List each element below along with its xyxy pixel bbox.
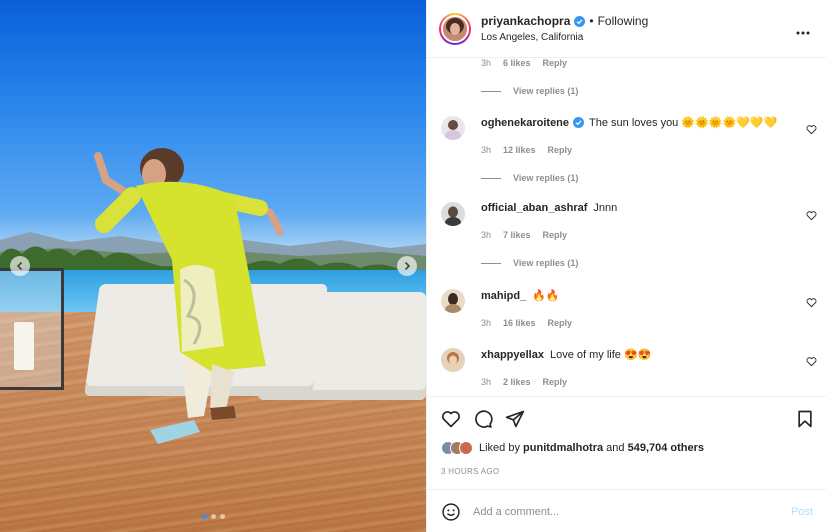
comment-like-heart-icon[interactable] — [806, 210, 817, 221]
comment-likes[interactable]: 7 likes — [503, 230, 531, 240]
comment-item: xhappyellax Love of my life 😍😍 3h 2 like… — [441, 348, 817, 394]
more-horizontal-icon — [796, 31, 810, 35]
chevron-left-icon — [16, 261, 23, 271]
smiley-icon[interactable] — [441, 502, 461, 522]
reply-button[interactable]: Reply — [548, 318, 573, 328]
commenter-avatar[interactable] — [441, 116, 465, 140]
comment-time: 3h — [481, 58, 492, 68]
carousel-dot[interactable] — [219, 514, 225, 519]
author-avatar[interactable] — [439, 12, 471, 45]
post-timestamp[interactable]: 3 HOURS AGO — [441, 467, 499, 476]
comment-text: 🔥🔥 — [532, 290, 560, 302]
liked-by-user[interactable]: punitdmalhotra — [523, 442, 603, 454]
post-location[interactable]: Los Angeles, California — [481, 32, 648, 43]
post-header: priyankachopra • Following Los Angeles, … — [427, 0, 826, 58]
comment-item: mahipd_ 🔥🔥 3h 16 likes Reply — [441, 289, 817, 335]
view-replies-button[interactable]: View replies (1) — [481, 86, 578, 96]
comment-time: 3h — [481, 230, 492, 240]
comment-text: Love of my life 😍😍 — [549, 349, 652, 361]
comment-composer: Post — [427, 489, 826, 532]
commenter-avatar[interactable] — [441, 348, 465, 372]
reply-button[interactable]: Reply — [548, 145, 573, 155]
comment-text: The sun loves you 🌞🌞🌞🌞💛💛💛 — [589, 117, 778, 129]
view-replies-button[interactable]: View replies (1) — [481, 173, 777, 183]
bookmark-icon[interactable] — [795, 409, 815, 429]
more-options-button[interactable] — [796, 22, 810, 38]
comment-meta: 3h 2 likes Reply — [481, 377, 651, 387]
post-photo — [0, 0, 426, 532]
heart-icon[interactable] — [441, 409, 461, 429]
verified-badge-icon — [574, 15, 586, 27]
comment-likes[interactable]: 16 likes — [503, 318, 536, 328]
comment-like-heart-icon[interactable] — [806, 297, 817, 308]
chevron-right-icon — [404, 261, 411, 271]
liked-by-summary: Liked by punitdmalhotra and 549,704 othe… — [441, 441, 704, 455]
commenter-username[interactable]: official_aban_ashraf — [481, 202, 587, 214]
reply-button[interactable]: Reply — [543, 58, 568, 68]
post-side-panel: priyankachopra • Following Los Angeles, … — [426, 0, 826, 532]
carousel-next-button[interactable] — [397, 256, 417, 276]
post-comment-button[interactable]: Post — [791, 506, 813, 518]
comment-item: oghenekaroitene The sun loves you 🌞🌞🌞🌞💛💛… — [441, 116, 817, 186]
person-figure — [94, 148, 284, 444]
liker-avatars — [441, 441, 473, 455]
liked-by-others[interactable]: 549,704 others — [628, 442, 704, 454]
comment-like-heart-icon[interactable] — [806, 124, 817, 135]
view-replies-button[interactable]: View replies (1) — [481, 258, 617, 268]
author-username[interactable]: priyankachopra — [481, 14, 570, 28]
comment-icon[interactable] — [473, 409, 493, 429]
liked-by-prefix: Liked by — [479, 442, 520, 454]
comment-time: 3h — [481, 318, 492, 328]
comment-time: 3h — [481, 145, 492, 155]
comment-meta: 3h 7 likes Reply — [481, 230, 617, 240]
comment-meta: 3h 6 likes Reply — [481, 58, 578, 68]
following-button[interactable]: Following — [598, 14, 649, 28]
commenter-avatar[interactable] — [441, 202, 465, 226]
carousel-dot[interactable] — [201, 514, 207, 519]
commenter-username[interactable]: oghenekaroitene — [481, 117, 569, 129]
carousel-dot[interactable] — [210, 514, 216, 519]
commenter-username[interactable]: xhappyellax — [481, 349, 544, 361]
comment-meta: 3h 12 likes Reply — [481, 145, 777, 155]
comment-meta: 3h 16 likes Reply — [481, 318, 572, 328]
verified-badge-icon — [573, 117, 585, 128]
comment-likes[interactable]: 12 likes — [503, 145, 536, 155]
carousel-dots — [0, 514, 426, 519]
comments-list[interactable]: 3h 6 likes Reply View replies (1) oghene… — [427, 58, 826, 396]
commenter-avatar[interactable] — [441, 289, 465, 313]
candle — [14, 322, 34, 370]
post-actions: Liked by punitdmalhotra and 549,704 othe… — [427, 396, 826, 532]
separator-dot: • — [589, 14, 594, 28]
commenter-username[interactable]: mahipd_ — [481, 290, 526, 302]
paper-plane-icon[interactable] — [505, 409, 525, 429]
carousel-prev-button[interactable] — [10, 256, 30, 276]
avatar — [459, 441, 473, 455]
comment-item: official_aban_ashraf Jnnn 3h 7 likes Rep… — [441, 202, 817, 272]
comment-item: 3h 6 likes Reply View replies (1) — [441, 58, 817, 102]
comment-like-heart-icon[interactable] — [806, 356, 817, 367]
comment-text: Jnnn — [593, 202, 618, 214]
comment-likes[interactable]: 2 likes — [503, 377, 531, 387]
reply-button[interactable]: Reply — [543, 230, 568, 240]
comment-input[interactable] — [473, 505, 791, 518]
reply-button[interactable]: Reply — [543, 377, 568, 387]
comment-likes[interactable]: 6 likes — [503, 58, 531, 68]
liked-by-and: and — [606, 442, 625, 454]
comment-time: 3h — [481, 377, 492, 387]
author-photo — [443, 16, 467, 41]
